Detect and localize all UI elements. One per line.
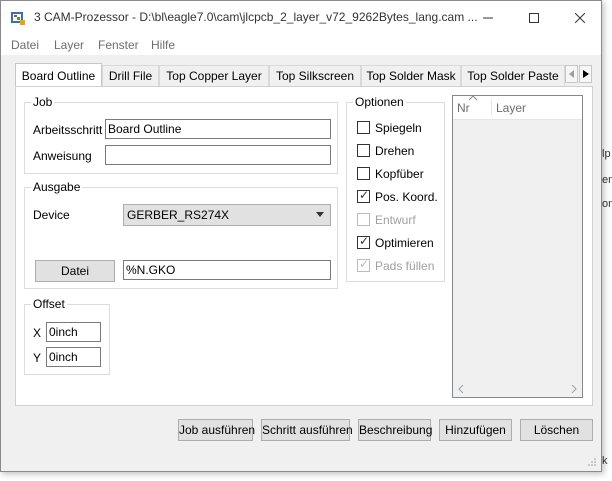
cam-app-icon — [11, 12, 25, 25]
checkmark-icon: ✓ — [359, 234, 370, 248]
datei-field[interactable]: %N.GKO — [123, 260, 331, 280]
kopfueber-checkbox[interactable] — [357, 167, 370, 180]
device-dropdown[interactable]: GERBER_RS274X — [123, 204, 331, 226]
close-icon — [575, 13, 585, 23]
arbeitsschritt-label: Arbeitsschritt — [33, 123, 103, 137]
title-bar[interactable]: 3 CAM-Prozessor - D:\bl\eagle7.0\cam\jlc… — [1, 1, 601, 35]
job-ausfuehren-button[interactable]: Job ausführen — [178, 419, 255, 441]
arbeitsschritt-field[interactable]: Board Outline — [105, 119, 331, 139]
menu-layer[interactable]: Layer — [54, 38, 84, 52]
entwurf-label: Entwurf — [375, 213, 416, 227]
tab-top-copper-layer[interactable]: Top Copper Layer — [159, 65, 269, 86]
scroll-right-icon — [571, 385, 577, 393]
pos-koord-label: Pos. Koord. — [375, 190, 438, 204]
pos-koord-checkbox[interactable]: ✓ — [357, 188, 370, 203]
checkmark-icon: ✓ — [359, 188, 370, 202]
chevron-down-icon — [316, 212, 324, 217]
hinzufuegen-button[interactable]: Hinzufügen — [439, 419, 512, 441]
beschreibung-button[interactable]: Beschreibung — [358, 419, 432, 441]
anweisung-label: Anweisung — [33, 149, 92, 163]
window-title: 3 CAM-Prozessor - D:\bl\eagle7.0\cam\jlc… — [34, 10, 478, 24]
column-divider — [491, 99, 492, 115]
offset-x-field[interactable]: 0inch — [46, 322, 101, 342]
device-value: GERBER_RS274X — [127, 208, 230, 222]
spiegeln-label: Spiegeln — [375, 121, 422, 135]
drehen-label: Drehen — [375, 144, 415, 158]
tab-scroll-right-button[interactable] — [579, 65, 592, 83]
minimize-icon — [483, 17, 493, 19]
chevron-left-icon — [568, 70, 574, 78]
optionen-group: Optionen Spiegeln Drehen Kopfüber ✓ Pos.… — [346, 95, 445, 282]
ausgabe-group: Ausgabe Device GERBER_RS274X Datei %N.GK… — [24, 180, 338, 289]
offset-y-label: Y — [33, 351, 42, 365]
tab-top-solder-paste[interactable]: Top Solder Paste — [461, 65, 565, 86]
background-text: k — [602, 455, 608, 467]
schritt-ausfuehren-button[interactable]: Schritt ausführen — [261, 419, 353, 441]
maximize-button[interactable] — [511, 1, 557, 35]
tab-drill-file[interactable]: Drill File — [102, 65, 159, 86]
checkmark-icon: ✓ — [359, 257, 370, 271]
ausgabe-group-title: Ausgabe — [31, 180, 83, 194]
close-button[interactable] — [557, 1, 603, 35]
sort-up-icon — [469, 96, 477, 101]
pads-fuellen-checkbox[interactable]: ✓ — [357, 257, 370, 272]
tab-strip: Board Outline Drill File Top Copper Laye… — [15, 63, 593, 87]
job-group: Job Arbeitsschritt Board Outline Anweisu… — [24, 95, 338, 174]
layer-list-header: Nr Layer — [453, 96, 582, 120]
datei-button[interactable]: Datei — [35, 260, 115, 282]
offset-y-field[interactable]: 0inch — [46, 347, 101, 367]
minimize-button[interactable] — [465, 1, 511, 35]
scroll-left-icon — [458, 385, 464, 393]
menu-bar: Datei Layer Fenster Hilfe — [1, 35, 601, 55]
spiegeln-checkbox[interactable] — [357, 121, 370, 134]
layer-list-horizontal-scrollbar[interactable] — [453, 381, 582, 397]
loeschen-button[interactable]: Löschen — [520, 419, 593, 441]
maximize-icon — [529, 13, 539, 23]
column-header-nr[interactable]: Nr — [457, 101, 470, 115]
entwurf-checkbox[interactable] — [357, 213, 370, 226]
background-window-right: lp en on k — [602, 0, 612, 481]
tab-panel-board-outline: Job Arbeitsschritt Board Outline Anweisu… — [15, 86, 593, 406]
layer-list[interactable]: Nr Layer — [452, 95, 583, 398]
cam-processor-window: 3 CAM-Prozessor - D:\bl\eagle7.0\cam\jlc… — [0, 0, 602, 472]
offset-x-label: X — [33, 326, 42, 340]
drehen-checkbox[interactable] — [357, 144, 370, 157]
tab-board-outline[interactable]: Board Outline — [15, 63, 102, 86]
tab-top-silkscreen[interactable]: Top Silkscreen — [269, 65, 361, 86]
column-header-layer[interactable]: Layer — [496, 101, 526, 115]
resize-grip-icon[interactable] — [587, 457, 597, 467]
optimieren-label: Optimieren — [375, 236, 434, 250]
kopfueber-label: Kopfüber — [375, 167, 424, 181]
offset-group-title: Offset — [31, 297, 67, 311]
background-text: lp — [602, 148, 611, 160]
offset-group: Offset X 0inch Y 0inch — [24, 297, 110, 375]
anweisung-field[interactable] — [105, 145, 331, 165]
tab-top-solder-mask[interactable]: Top Solder Mask — [361, 65, 461, 86]
pads-fuellen-label: Pads füllen — [375, 259, 435, 273]
background-text: en — [602, 174, 612, 186]
menu-fenster[interactable]: Fenster — [98, 38, 139, 52]
tab-scroll-left-button[interactable] — [565, 65, 578, 83]
menu-datei[interactable]: Datei — [11, 38, 39, 52]
device-label: Device — [33, 208, 70, 222]
background-text: on — [602, 198, 612, 210]
menu-hilfe[interactable]: Hilfe — [151, 38, 175, 52]
optionen-group-title: Optionen — [353, 95, 406, 109]
optimieren-checkbox[interactable]: ✓ — [357, 234, 370, 249]
job-group-title: Job — [31, 95, 55, 109]
chevron-right-icon — [582, 70, 589, 78]
layer-list-body[interactable] — [453, 120, 582, 382]
